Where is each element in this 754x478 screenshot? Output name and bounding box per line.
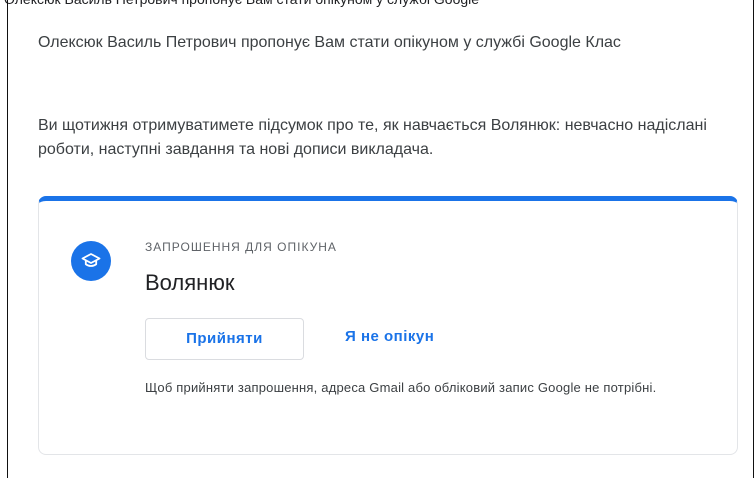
- summary-paragraph: Ви щотижня отримуватимете підсумок про т…: [38, 117, 707, 158]
- frame-left-border: [7, 0, 8, 478]
- accept-button[interactable]: Прийняти: [145, 318, 304, 360]
- student-name: Волянюк: [145, 270, 235, 295]
- guardian-invitation-card: ЗАПРОШЕННЯ ДЛЯ ОПІКУНА Волянюк Прийняти …: [38, 196, 738, 455]
- intro-paragraph: Олексюк Василь Петрович пропонує Вам ста…: [38, 34, 621, 51]
- graduation-cap-icon: [71, 241, 111, 281]
- header-subject-cutoff: Олексюк Василь Петрович пропонує Вам ста…: [0, 0, 754, 9]
- invitation-note: Щоб прийняти запрошення, адреса Gmail аб…: [145, 380, 657, 395]
- header-subject-text: Олексюк Василь Петрович пропонує Вам ста…: [4, 0, 479, 9]
- not-guardian-link[interactable]: Я не опікун: [345, 325, 434, 349]
- invitation-type-label: ЗАПРОШЕННЯ ДЛЯ ОПІКУНА: [145, 240, 337, 254]
- graduation-cap-svg: [81, 253, 101, 267]
